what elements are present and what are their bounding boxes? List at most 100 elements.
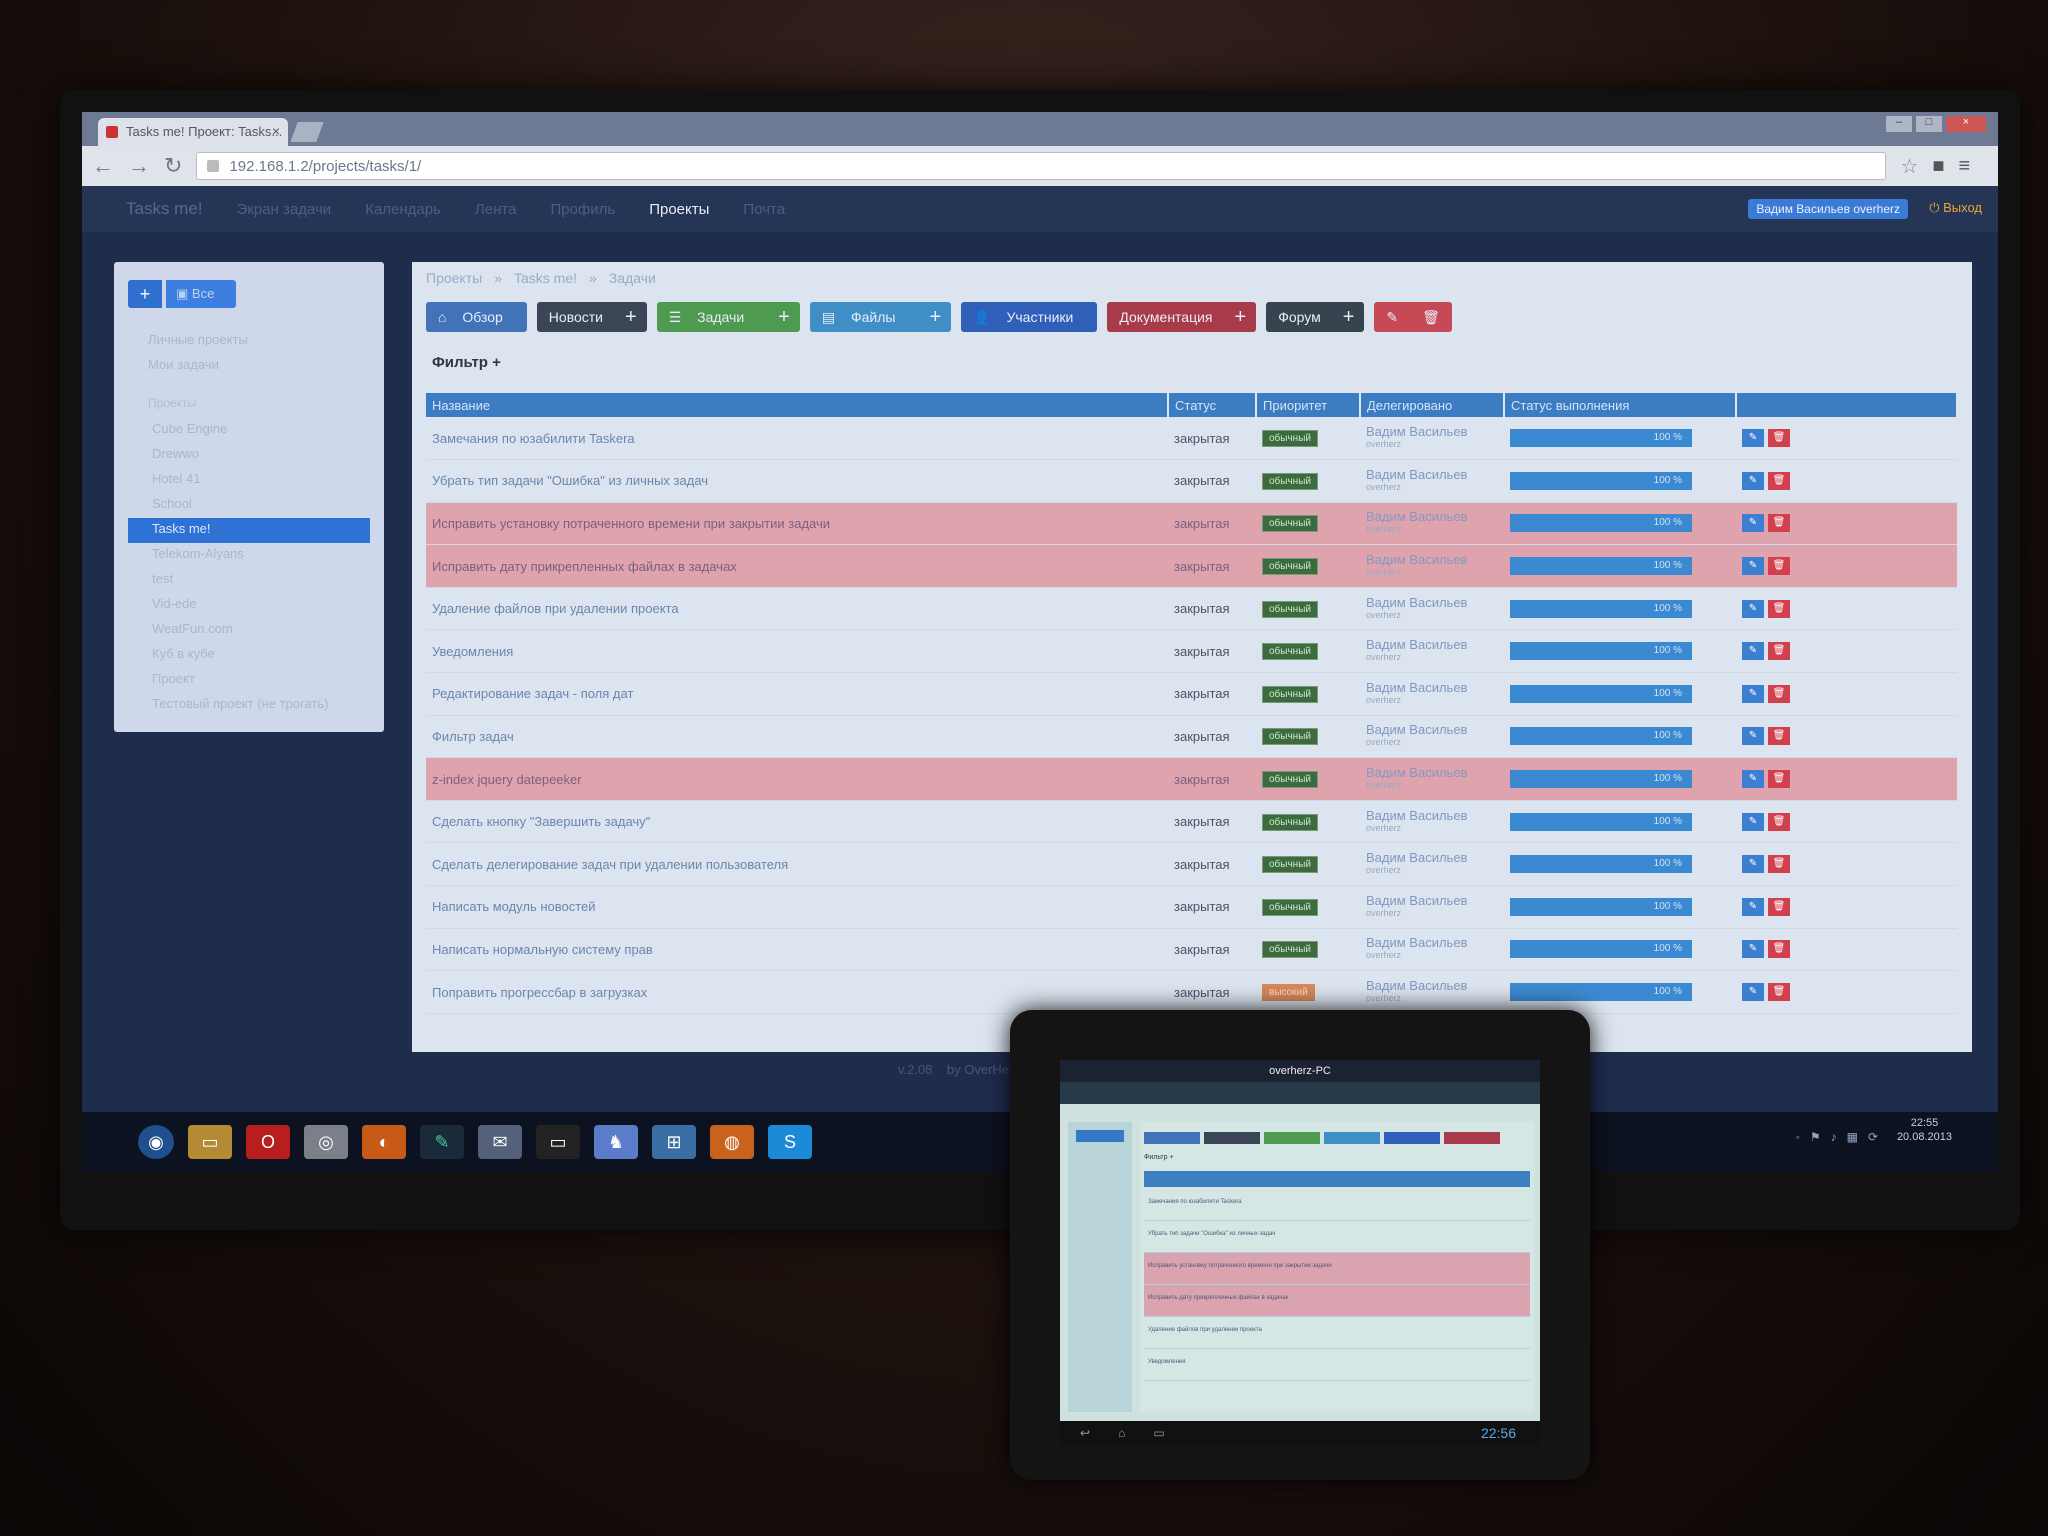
table-row[interactable]: Исправить установку потраченного времени… [426, 502, 1957, 546]
forum-button[interactable]: Форум + [1266, 302, 1365, 332]
delete-icon[interactable]: 🗑 [1768, 897, 1790, 916]
address-bar[interactable]: 192.168.1.2/projects/tasks/1/ [196, 152, 1887, 180]
nav-projects[interactable]: Проекты [649, 201, 709, 218]
table-row[interactable]: Редактирование задач - поля дат закрытая о… [426, 672, 1957, 716]
delete-icon[interactable]: 🗑 [1768, 727, 1790, 746]
tray-icon[interactable]: ◦ [1796, 1130, 1800, 1144]
network-icon[interactable]: ⊞ [652, 1125, 696, 1159]
edit-icon[interactable]: ✎ [1742, 770, 1764, 789]
add-doc-icon[interactable]: + [1225, 302, 1257, 332]
tray-icon[interactable]: ▦ [1847, 1130, 1858, 1144]
task-title[interactable]: Удаление файлов при удалении проекта [426, 587, 1168, 631]
members-button[interactable]: 👤 Участники [961, 302, 1098, 332]
task-title[interactable]: Исправить дату прикрепленных файлах в за… [426, 544, 1168, 588]
col-priority[interactable]: Приоритет [1256, 393, 1361, 417]
filter-toggle[interactable]: Фильтр + [432, 354, 1958, 371]
table-row[interactable]: Фильтр задач закрытая обычный Вадим Василье… [426, 715, 1957, 759]
tablet-filter[interactable]: Фильтр + [1144, 1154, 1530, 1161]
delete-icon[interactable]: 🗑 [1768, 684, 1790, 703]
task-title[interactable]: z-index jquery datepeeker [426, 757, 1168, 801]
task-title[interactable]: Сделать делегирование задач при удалении… [426, 842, 1168, 887]
table-row[interactable]: Замечания по юзабилити Taskera закрытая об… [426, 417, 1957, 461]
assignee-name[interactable]: Вадим Васильев [1366, 979, 1498, 992]
forward-arrow-icon[interactable]: → [128, 153, 150, 179]
edit-icon[interactable]: ✎ [1742, 557, 1764, 576]
assignee-name[interactable]: Вадим Васильев [1366, 596, 1498, 609]
new-tab-button[interactable] [290, 122, 324, 142]
sidebar-project[interactable]: Telekom-Alyans [128, 543, 370, 568]
sidebar-link-my-tasks[interactable]: Мои задачи [128, 353, 370, 378]
assignee-name[interactable]: Вадим Васильев [1366, 894, 1498, 907]
assignee-name[interactable]: Вадим Васильев [1366, 809, 1498, 822]
sidebar-project[interactable]: Cube Engine [128, 418, 370, 443]
task-title[interactable]: Убрать тип задачи "Ошибка" из личных зад… [426, 459, 1168, 503]
sidebar-project[interactable]: Drewwo [128, 443, 370, 468]
nav-feed[interactable]: Лента [475, 201, 517, 218]
recent-apps-icon[interactable]: ▭ [1153, 1426, 1164, 1440]
delete-icon[interactable]: 🗑 [1768, 812, 1790, 831]
task-title[interactable]: Написать нормальную систему прав [426, 928, 1168, 972]
add-forum-icon[interactable]: + [1333, 302, 1365, 332]
edit-icon[interactable]: ✎ [1742, 642, 1764, 661]
news-button[interactable]: Новости + [536, 302, 647, 332]
tray-icon[interactable]: ⟳ [1868, 1130, 1878, 1144]
delete-icon[interactable]: 🗑 [1768, 983, 1790, 1002]
assignee-name[interactable]: Вадим Васильев [1366, 638, 1498, 651]
edit-icon[interactable]: ✎ [1742, 897, 1764, 916]
add-news-icon[interactable]: + [615, 302, 647, 332]
task-title[interactable]: Поправить прогрессбар в загрузках [426, 970, 1168, 1014]
nav-task-screen[interactable]: Экран задачи [237, 201, 332, 218]
delete-icon[interactable]: 🗑 [1768, 642, 1790, 661]
tablet-row[interactable]: Замечания по юзабилити Taskera [1144, 1189, 1530, 1221]
sidebar-project[interactable]: Куб в кубе [128, 643, 370, 668]
user-badge[interactable]: Вадим Васильев overherz [1748, 199, 1908, 219]
col-assignee[interactable]: Делегировано [1360, 393, 1505, 417]
table-row[interactable]: Убрать тип задачи "Ошибка" из личных зад… [426, 459, 1957, 503]
media-icon[interactable]: ◍ [710, 1125, 754, 1159]
window-close-button[interactable]: × [1946, 116, 1986, 132]
editor-icon[interactable]: ✎ [420, 1125, 464, 1159]
back-arrow-icon[interactable]: ← [92, 153, 114, 179]
minimize-button[interactable]: – [1886, 116, 1912, 132]
delete-icon[interactable]: 🗑 [1768, 557, 1790, 576]
assignee-name[interactable]: Вадим Васильев [1366, 723, 1498, 736]
taskbar-clock[interactable]: 22:55 20.08.2013 [1897, 1116, 1952, 1144]
docs-button[interactable]: Документация + [1107, 302, 1257, 332]
edit-project-icon[interactable]: ✎ [1374, 302, 1410, 332]
task-title[interactable]: Уведомления [426, 629, 1168, 674]
assignee-name[interactable]: Вадим Васильев [1366, 468, 1498, 481]
chrome-icon[interactable]: ◎ [304, 1125, 348, 1159]
table-row[interactable]: Поправить прогрессбар в загрузках закрыта… [426, 970, 1957, 1014]
files-button[interactable]: ▤ Файлы + [809, 302, 952, 332]
menu-icon[interactable]: ≡ [1958, 155, 1970, 178]
breadcrumb-projects[interactable]: Проекты [426, 270, 482, 286]
logout-link[interactable]: ⏻ Выход [1929, 200, 1982, 216]
delete-icon[interactable]: 🗑 [1768, 429, 1790, 448]
sidebar-project[interactable]: Проект [128, 668, 370, 693]
assignee-name[interactable]: Вадим Васильев [1366, 936, 1498, 949]
delete-icon[interactable]: 🗑 [1768, 855, 1790, 874]
start-button[interactable]: ◉ [138, 1125, 174, 1159]
table-row[interactable]: Написать модуль новостей закрытая обычный В… [426, 885, 1957, 929]
nav-calendar[interactable]: Календарь [365, 201, 441, 218]
sidebar-project[interactable]: Hotel 41 [128, 468, 370, 493]
sidebar-project[interactable]: School [128, 493, 370, 518]
add-task-icon[interactable]: + [768, 302, 800, 332]
task-title[interactable]: Исправить установку потраченного времени… [426, 502, 1168, 546]
table-row[interactable]: Уведомления закрытая обычный Вадим Васильев… [426, 629, 1957, 674]
table-row[interactable]: Исправить дату прикрепленных файлах в за… [426, 544, 1957, 588]
edit-icon[interactable]: ✎ [1742, 812, 1764, 831]
delete-icon[interactable]: 🗑 [1768, 940, 1790, 959]
chat-icon[interactable]: ✉ [478, 1125, 522, 1159]
assignee-name[interactable]: Вадим Васильев [1366, 425, 1498, 438]
nav-profile[interactable]: Профиль [550, 201, 615, 218]
col-title[interactable]: Название [426, 393, 1169, 417]
nav-mail[interactable]: Почта [743, 201, 785, 218]
tablet-row[interactable]: Исправить установку потраченного времени… [1144, 1253, 1530, 1285]
add-file-icon[interactable]: + [919, 302, 951, 332]
home-icon[interactable]: ⌂ [1118, 1426, 1125, 1440]
task-title[interactable]: Написать модуль новостей [426, 885, 1168, 929]
sidebar-project[interactable]: test [128, 568, 370, 593]
tasks-button[interactable]: ☰ Задачи + [656, 302, 800, 332]
table-row[interactable]: Сделать делегирование задач при удалении… [426, 842, 1957, 887]
